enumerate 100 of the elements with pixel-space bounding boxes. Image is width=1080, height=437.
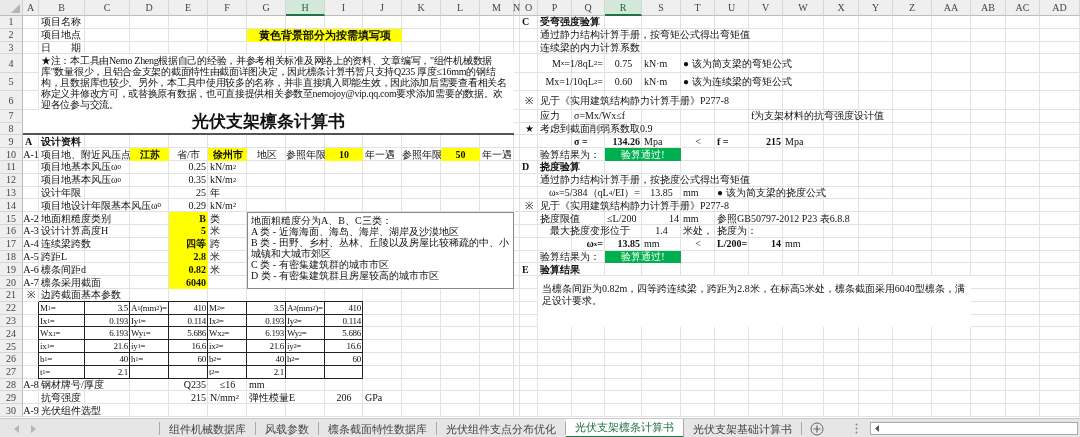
column-header[interactable]: T (681, 0, 715, 16)
column-header[interactable]: M (480, 0, 514, 16)
row-header[interactable]: 1 (0, 16, 23, 29)
number-text: 134.26 (612, 135, 641, 149)
row-header[interactable]: 4 (0, 54, 23, 73)
row-header[interactable]: 24 (0, 327, 23, 341)
sheet-title: 光伏支架檩条计算书 (23, 109, 514, 136)
label-text: σ=Mx/Wx≤f (573, 109, 625, 123)
heading-text: 设计资料 (40, 135, 81, 149)
select-all-icon[interactable] (11, 4, 20, 13)
column-header[interactable]: I (325, 0, 363, 16)
label-text: A-8 (23, 378, 39, 392)
column-header[interactable]: K (402, 0, 441, 16)
number-text: 13.85 (617, 237, 640, 251)
row-header[interactable]: 20 (0, 276, 23, 290)
column-header[interactable]: C (85, 0, 130, 16)
row-header[interactable]: 6 (0, 91, 23, 110)
column-header[interactable]: AB (971, 0, 1006, 16)
label-text: 项目地点 (40, 28, 81, 42)
horizontal-scrollbar[interactable] (870, 422, 1078, 435)
label-text: 米 (209, 263, 220, 277)
column-header[interactable]: A (23, 0, 39, 16)
label-text: A-1 (23, 148, 39, 162)
number-text: 40 (118, 353, 129, 366)
row-header[interactable]: 14 (0, 199, 23, 213)
sheet-tab[interactable]: 檩条截面特性数据库 (319, 422, 437, 435)
label-text: 1.4 (655, 225, 668, 238)
row-header[interactable]: 25 (0, 340, 23, 354)
input-value[interactable]: 10 (325, 148, 363, 162)
label-text: 米 (209, 225, 220, 238)
column-header[interactable]: V (749, 0, 783, 16)
number-text: 25 (196, 186, 207, 200)
note-line: D 类 - 有密集建筑群且房屋较高的城市市区 (251, 270, 440, 282)
input-value[interactable]: B (169, 212, 208, 226)
column-header[interactable]: O (520, 0, 538, 16)
left-arrow-icon[interactable] (875, 425, 879, 432)
sheet-tab[interactable]: 组件机械数据库 (160, 422, 256, 435)
column-header[interactable]: AC (1006, 0, 1040, 16)
row-header[interactable]: 11 (0, 161, 23, 174)
number-text: 16.6 (345, 340, 362, 354)
number-text: 14 (669, 212, 680, 226)
row-header[interactable]: 16 (0, 225, 23, 238)
number-text: 0.114 (186, 314, 207, 328)
label-text: 206 (336, 391, 352, 405)
number-text: 2.1 (272, 365, 285, 379)
label-text: 连续梁的内力计算系数 (539, 41, 640, 55)
label-text: 日 期 (40, 41, 81, 55)
column-header[interactable]: AD (1040, 0, 1080, 16)
input-value[interactable]: 0.82 (169, 263, 208, 277)
label-text: 年一遇 (364, 148, 395, 162)
column-header[interactable]: W (783, 0, 824, 16)
column-header[interactable]: R (605, 0, 642, 16)
row-header[interactable]: 10 (0, 148, 23, 162)
right-arrow-icon[interactable] (31, 424, 36, 433)
label-text: 验算结果为： (539, 148, 600, 161)
column-header[interactable]: X (824, 0, 859, 16)
row-header[interactable]: 26 (0, 353, 23, 366)
number-text: 40 (274, 353, 285, 366)
splitter-icon[interactable] (855, 423, 858, 434)
column-header[interactable]: H (286, 0, 325, 16)
column-header[interactable]: Z (893, 0, 932, 16)
label-text: A-3 (23, 225, 39, 238)
column-header[interactable]: D (130, 0, 169, 16)
input-value[interactable]: 5 (169, 225, 208, 238)
column-header[interactable]: L (441, 0, 480, 16)
column-header[interactable]: Q (572, 0, 605, 16)
number-text: 0.25 (188, 161, 207, 174)
row-header[interactable]: 29 (0, 391, 23, 405)
input-value[interactable]: 江苏 (130, 148, 169, 162)
column-header[interactable]: G (247, 0, 286, 16)
column-header[interactable]: S (642, 0, 681, 16)
note-line: C 类 - 有密集建筑群的城市市区 (251, 259, 389, 271)
row-header[interactable]: 9 (0, 135, 23, 149)
row-header[interactable]: 19 (0, 263, 23, 277)
sheet-tab[interactable]: 光伏支架基础计算书 (684, 422, 802, 435)
column-header[interactable]: E (169, 0, 208, 16)
column-header[interactable]: Y (859, 0, 893, 16)
column-header[interactable]: F (208, 0, 247, 16)
row-header[interactable]: 30 (0, 404, 23, 417)
label-text: 最大挠度变形位于 (549, 225, 630, 238)
sheet-tab[interactable]: 光伏支架檩条计算书 (566, 419, 684, 437)
number-text: 16.6 (190, 340, 207, 354)
column-header[interactable]: B (39, 0, 85, 16)
label-text: 0.75 (614, 56, 633, 71)
label-text: A-6 (23, 263, 39, 277)
input-value[interactable]: 徐州市 (208, 148, 247, 162)
label-text: 见于《实用建筑结构静力计算手册》P277-8 (539, 199, 729, 213)
label-text: 应力 (539, 109, 560, 123)
row-header[interactable]: 15 (0, 212, 23, 226)
sheet-tab[interactable]: 风载参数 (256, 422, 319, 435)
column-header[interactable]: U (715, 0, 749, 16)
input-value[interactable]: 50 (441, 148, 480, 162)
column-header[interactable]: P (538, 0, 572, 16)
column-header[interactable]: J (363, 0, 402, 16)
label-text: 边跨截面基本参数 (40, 289, 121, 302)
label-text: Mpa (784, 135, 804, 149)
input-value[interactable]: 6040 (169, 276, 208, 290)
row-header[interactable]: 21 (0, 289, 23, 302)
label-text: ≤L/200 (606, 212, 637, 226)
column-header[interactable]: AA (932, 0, 971, 16)
